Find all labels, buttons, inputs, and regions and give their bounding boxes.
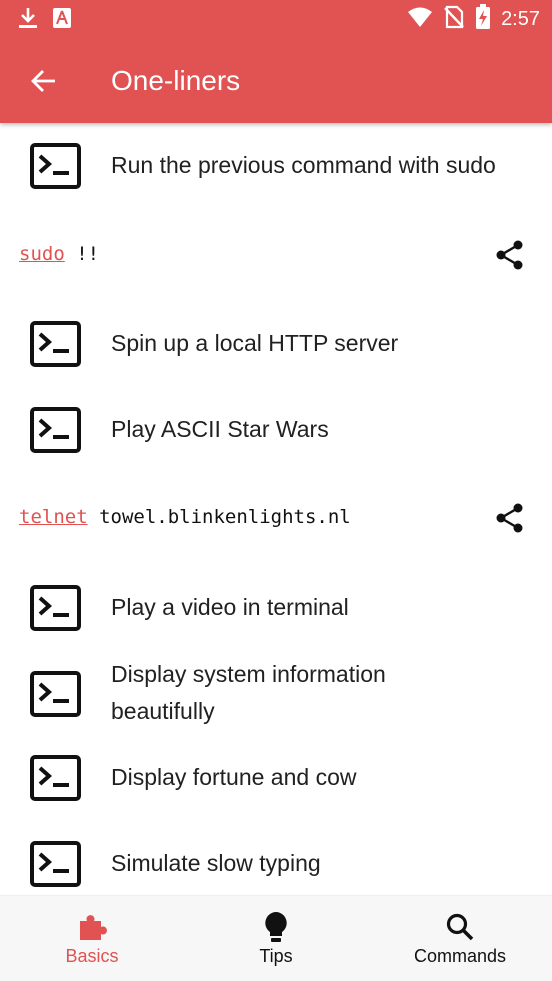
nav-commands-label: Commands [413,946,507,966]
list-item-label: Play a video in terminal [111,594,349,620]
no-sim-icon [443,5,465,33]
list-item-label: Spin up a local HTTP server [111,330,399,356]
list-item[interactable]: Run the previous command with sudo [0,141,552,191]
terminal-icon [30,671,81,717]
terminal-icon [30,321,81,367]
terminal-icon [30,841,81,887]
share-icon [496,503,523,533]
list-item-label: Play ASCII Star Wars [111,416,329,442]
command-keyword-link[interactable]: sudo [19,243,65,265]
command-block: sudo !! [0,225,552,285]
command-text: sudo !! [19,243,99,265]
list-item-label: Display fortune and cow [111,764,357,790]
status-time: 2:57 [501,7,540,30]
list-item-label: Run the previous command with sudo [111,152,496,178]
lightbulb-icon [259,910,293,944]
command-block: telnet towel.blinkenlights.nl [0,488,552,548]
status-bar: 2:57 [0,0,552,38]
command-args: towel.blinkenlights.nl [87,506,351,528]
nav-basics[interactable]: Basics [0,896,184,981]
app-bar: 2:57 One-liners [0,0,552,123]
search-icon [443,910,477,944]
list-item[interactable]: Play a video in terminal [0,583,552,633]
share-icon [496,240,523,270]
command-text: telnet towel.blinkenlights.nl [19,506,351,528]
arrow-back-icon [31,70,55,92]
back-button[interactable] [22,60,64,102]
bottom-navigation: Basics Tips Commands [0,895,552,981]
terminal-icon [30,755,81,801]
puzzle-icon [75,910,109,944]
one-liners-list[interactable]: Run the previous command with sudo sudo … [0,123,552,895]
terminal-icon [30,143,81,189]
wifi-icon [407,6,433,32]
list-item[interactable]: Play ASCII Star Wars [0,405,552,455]
list-item[interactable]: Display system information beautifully [0,656,552,732]
list-item[interactable]: Display fortune and cow [0,753,552,803]
list-item[interactable]: Spin up a local HTTP server [0,319,552,369]
share-button[interactable] [492,500,528,536]
battery-charging-icon [475,4,491,34]
toolbar: One-liners [0,38,552,123]
app-notification-icon [52,7,72,33]
nav-basics-label: Basics [65,946,119,966]
download-icon [18,6,38,34]
terminal-icon [30,407,81,453]
nav-commands[interactable]: Commands [368,896,552,981]
command-keyword-link[interactable]: telnet [19,506,88,528]
list-item[interactable]: Simulate slow typing [0,839,552,889]
command-args: !! [64,243,100,265]
list-item-label: Simulate slow typing [111,850,321,876]
page-title: One-liners [111,65,241,96]
terminal-icon [30,585,81,631]
share-button[interactable] [492,237,528,273]
list-item-label: Display system information beautifully [111,661,386,724]
nav-tips[interactable]: Tips [184,896,368,981]
nav-tips-label: Tips [259,946,293,966]
